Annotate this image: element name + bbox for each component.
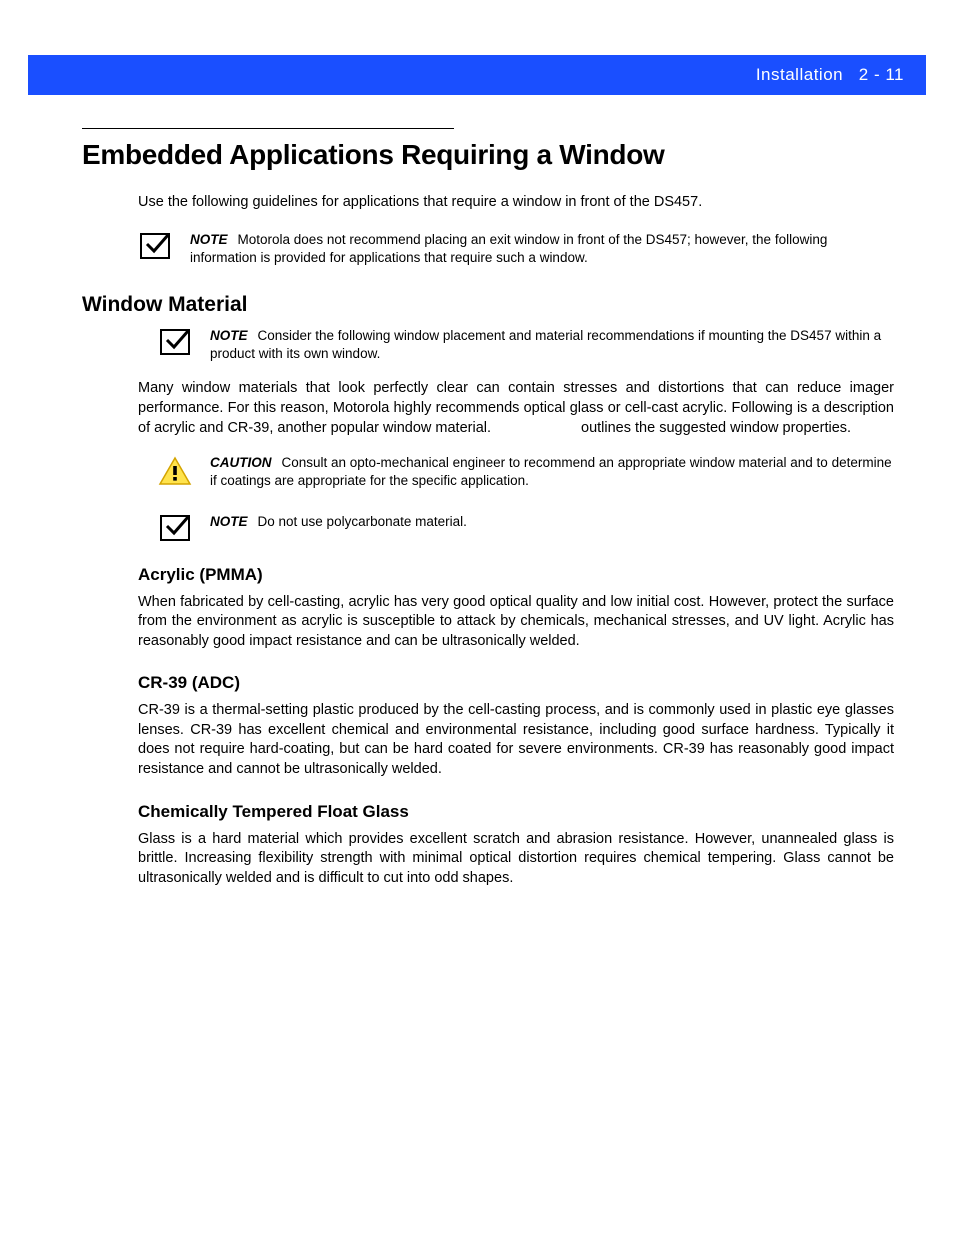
note-3-text: NOTE Do not use polycarbonate material. (210, 513, 467, 531)
note-2-body: Consider the following window placement … (210, 328, 881, 361)
header-section: Installation (756, 65, 843, 84)
warning-icon (158, 454, 192, 486)
check-icon (158, 513, 192, 541)
check-icon (138, 231, 172, 259)
note-label: NOTE (190, 232, 228, 247)
acrylic-text: When fabricated by cell-casting, acrylic… (138, 593, 894, 652)
note-callout-1: NOTEMotorola does not recommend placing … (138, 231, 894, 267)
glass-text: Glass is a hard material which provides … (138, 830, 894, 889)
caution-label: CAUTION (210, 455, 272, 470)
h2-window-material: Window Material (82, 293, 894, 317)
note-callout-3: NOTE Do not use polycarbonate material. (158, 513, 894, 541)
caution-body: Consult an opto-mechanical engineer to r… (210, 455, 892, 488)
note-label: NOTE (210, 328, 248, 343)
page-header: Installation 2 - 11 (28, 55, 926, 95)
materials-paragraph: Many window materials that look perfectl… (138, 379, 894, 438)
cr39-text: CR-39 is a thermal-setting plastic produ… (138, 701, 894, 779)
intro-paragraph: Use the following guidelines for applica… (138, 193, 894, 213)
note-3-body: Do not use polycarbonate material. (258, 514, 467, 529)
h3-cr39: CR-39 (ADC) (138, 673, 894, 693)
page-content: Embedded Applications Requiring a Window… (82, 128, 894, 894)
note-callout-2: NOTEConsider the following window placem… (158, 327, 894, 363)
heading-rule (82, 128, 454, 129)
h1-embedded-apps: Embedded Applications Requiring a Window (82, 139, 894, 171)
note-label: NOTE (210, 514, 248, 529)
header-page: 2 - 11 (859, 65, 904, 84)
note-1-body: Motorola does not recommend placing an e… (190, 232, 827, 265)
header-text: Installation 2 - 11 (756, 65, 904, 85)
check-icon (158, 327, 192, 355)
note-2-text: NOTEConsider the following window placem… (210, 327, 894, 363)
materials-text-b: outlines the suggested window properties… (581, 420, 851, 436)
note-1-text: NOTEMotorola does not recommend placing … (190, 231, 894, 267)
h3-glass: Chemically Tempered Float Glass (138, 802, 894, 822)
caution-callout: CAUTIONConsult an opto-mechanical engine… (158, 454, 894, 490)
h3-acrylic: Acrylic (PMMA) (138, 565, 894, 585)
caution-text: CAUTIONConsult an opto-mechanical engine… (210, 454, 894, 490)
